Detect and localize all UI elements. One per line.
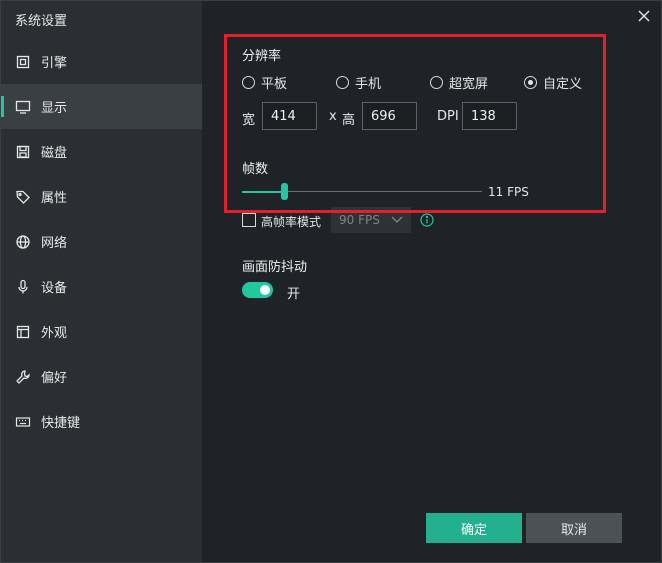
sidebar-item-disk[interactable]: 磁盘 [1,129,202,174]
settings-dialog: 系统设置 引擎 显示 磁盘 属性 网络 设备 外观 偏好 快捷键 分辨率 平板 … [0,0,662,563]
antishake-state: 开 [287,287,301,302]
sidebar: 系统设置 引擎 显示 磁盘 属性 网络 设备 外观 偏好 快捷键 [1,1,202,562]
radio-icon [430,76,443,89]
monitor-icon [15,99,31,115]
sidebar-item-label: 磁盘 [41,146,68,161]
close-icon[interactable] [635,7,653,25]
keyboard-icon [15,414,31,430]
select-value: 90 FPS [339,213,380,227]
radio-phone[interactable]: 手机 [336,73,381,92]
times-label: x [329,109,337,124]
sidebar-item-label: 设备 [41,281,68,296]
sidebar-item-label: 引擎 [41,56,68,71]
dpi-label: DPI [437,109,459,124]
resolution-title: 分辨率 [242,49,282,64]
fps-slider-fill [242,191,285,193]
height-input[interactable] [362,102,417,130]
info-icon[interactable] [420,213,434,227]
fps-value: 11 FPS [488,185,529,199]
microphone-icon [15,279,31,295]
sidebar-item-label: 快捷键 [41,416,81,431]
radio-checked-icon [524,76,537,89]
high-fps-label: 高帧率模式 [261,215,322,229]
sidebar-item-engine[interactable]: 引擎 [1,39,202,84]
sidebar-item-label: 显示 [41,101,68,116]
sidebar-item-label: 偏好 [41,371,68,386]
dialog-title: 系统设置 [15,14,68,29]
disk-icon [15,144,31,160]
radio-custom[interactable]: 自定义 [524,73,582,92]
tag-icon [15,189,31,205]
chevron-down-icon [391,213,403,227]
sidebar-item-shortcuts[interactable]: 快捷键 [1,399,202,444]
width-input[interactable] [262,102,317,130]
sidebar-item-devices[interactable]: 设备 [1,264,202,309]
fps-title: 帧数 [242,162,269,177]
sidebar-item-label: 外观 [41,326,68,341]
ok-button[interactable]: 确定 [426,513,522,543]
globe-icon [15,234,31,250]
radio-tablet[interactable]: 平板 [242,73,287,92]
high-fps-checkbox[interactable] [242,213,256,227]
chip-icon [15,54,31,70]
sidebar-item-label: 属性 [41,191,68,206]
sidebar-item-properties[interactable]: 属性 [1,174,202,219]
window-icon [15,324,31,340]
radio-label: 自定义 [543,77,583,92]
sidebar-item-network[interactable]: 网络 [1,219,202,264]
wrench-icon [15,369,31,385]
sidebar-item-preferences[interactable]: 偏好 [1,354,202,399]
antishake-toggle[interactable] [242,282,273,298]
radio-label: 手机 [355,77,382,92]
radio-label: 超宽屏 [449,77,489,92]
height-label: 高 [342,113,356,128]
width-label: 宽 [242,113,256,128]
radio-icon [336,76,349,89]
sidebar-nav: 引擎 显示 磁盘 属性 网络 设备 外观 偏好 快捷键 [1,39,202,444]
radio-ultrawide[interactable]: 超宽屏 [430,73,488,92]
high-fps-select[interactable]: 90 FPS [331,207,411,233]
radio-label: 平板 [261,77,288,92]
sidebar-item-appearance[interactable]: 外观 [1,309,202,354]
radio-icon [242,76,255,89]
dpi-input[interactable] [462,102,517,130]
sidebar-item-label: 网络 [41,236,68,251]
sidebar-item-display[interactable]: 显示 [1,84,202,129]
antishake-title: 画面防抖动 [242,260,308,275]
cancel-button[interactable]: 取消 [526,513,622,543]
fps-slider-thumb[interactable] [281,183,288,200]
